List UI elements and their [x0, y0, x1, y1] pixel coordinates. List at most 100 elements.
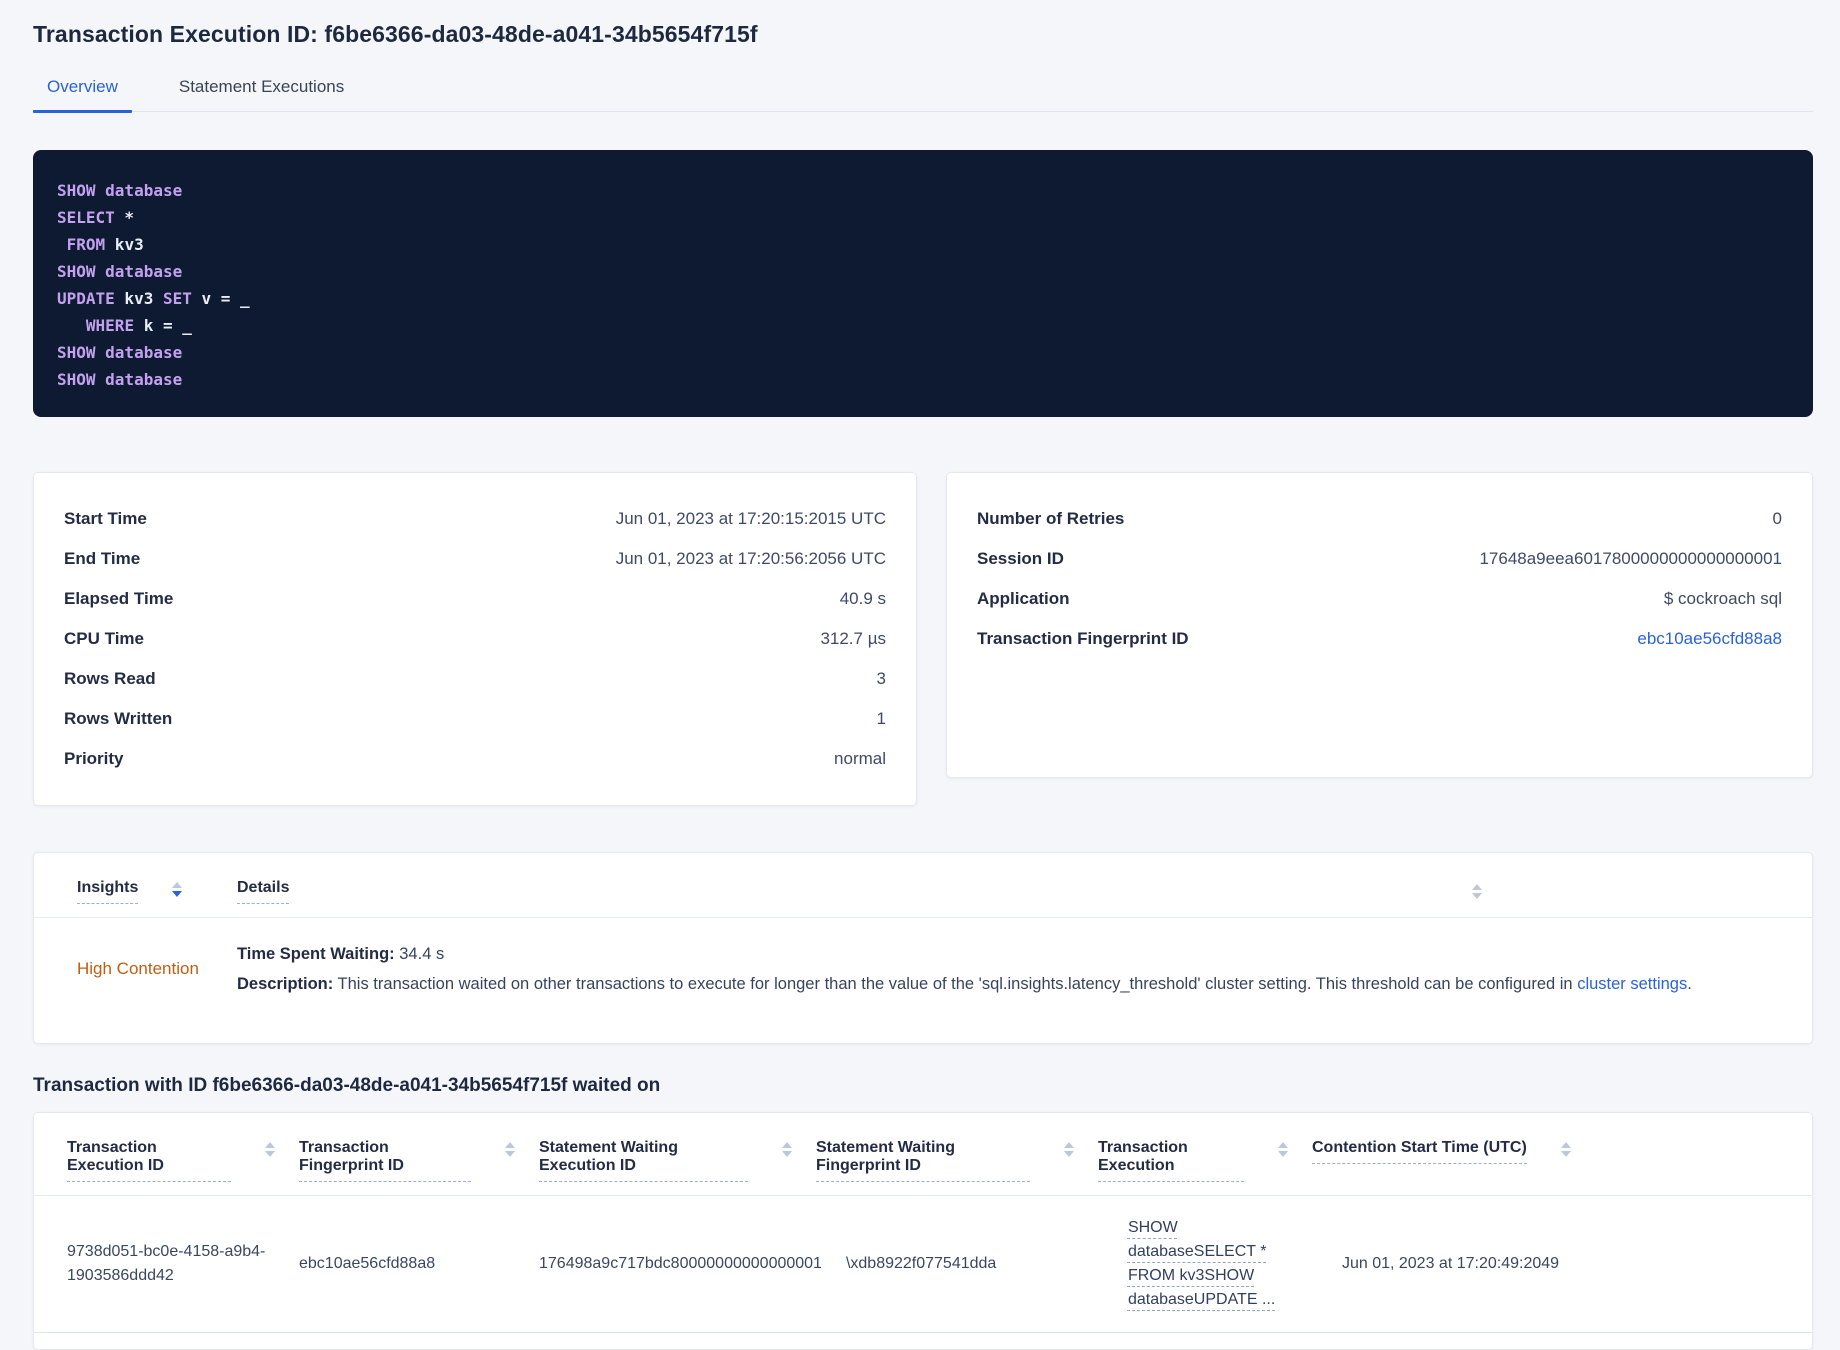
column-label-transaction-execution: Transaction Execution — [1098, 1139, 1244, 1182]
sql-keyword: WHERE — [85, 316, 135, 335]
session-id-value: 17648a9eea6017800000000000000001 — [1479, 549, 1782, 568]
kv-row-transaction-fingerprint-id: Transaction Fingerprint ID ebc10ae56cfd88… — [977, 619, 1782, 659]
column-label-transaction-fingerprint-id: Transaction Fingerprint ID — [299, 1139, 471, 1182]
sql-text: * — [114, 208, 135, 227]
kv-row-rows-written: Rows Written 1 — [64, 699, 886, 739]
waited-on-table-card: Transaction Execution ID Transaction Fing… — [33, 1112, 1813, 1350]
application-label: Application — [977, 589, 1070, 608]
column-header-statement-waiting-execution-id[interactable]: Statement Waiting Execution ID — [539, 1139, 816, 1182]
session-id-label: Session ID — [977, 549, 1064, 568]
tab-overview[interactable]: Overview — [33, 77, 132, 113]
cpu-time-value: 312.7 µs — [820, 629, 886, 648]
start-time-label: Start Time — [64, 509, 147, 528]
sql-keyword: SHOW database — [57, 181, 183, 200]
sort-icon — [172, 882, 183, 897]
details-column-header[interactable]: Details — [237, 879, 290, 904]
insight-details: Time Spent Waiting: 34.4 s Description: … — [237, 941, 1692, 997]
time-spent-waiting-value: 34.4 s — [394, 945, 445, 963]
sort-icon — [505, 1142, 515, 1157]
sql-text: k = _ — [134, 316, 192, 335]
sql-line: FROM kv3 — [57, 231, 1789, 258]
sql-text: kv3 — [105, 235, 144, 254]
sql-line: SHOW database — [57, 258, 1789, 285]
kv-row-rows-read: Rows Read 3 — [64, 659, 886, 699]
sort-icon — [782, 1142, 792, 1157]
insight-row: High Contention Time Spent Waiting: 34.4… — [34, 918, 1812, 1021]
priority-label: Priority — [64, 749, 124, 768]
sql-keyword: SET — [162, 289, 192, 308]
rows-written-label: Rows Written — [64, 709, 173, 728]
transaction-summary-card: Start Time Jun 01, 2023 at 17:20:15:2015 … — [33, 472, 917, 806]
column-label-statement-waiting-execution-id: Statement Waiting Execution ID — [539, 1139, 748, 1182]
column-header-statement-waiting-fingerprint-id[interactable]: Statement Waiting Fingerprint ID — [816, 1139, 1098, 1182]
sql-line: SHOW database — [57, 366, 1789, 393]
start-time-value: Jun 01, 2023 at 17:20:15:2015 UTC — [615, 509, 886, 528]
transaction-fingerprint-id-link[interactable]: ebc10ae56cfd88a8 — [1637, 629, 1782, 649]
kv-row-elapsed-time: Elapsed Time 40.9 s — [64, 579, 886, 619]
cell-contention-start-time: Jun 01, 2023 at 17:20:49:2049 — [1342, 1252, 1792, 1276]
page-title: Transaction Execution ID: f6be6366-da03-… — [33, 21, 758, 47]
sql-statements-box: SHOW database SELECT * FROM kv3 SHOW datab… — [33, 150, 1813, 417]
cell-transaction-execution-id: 9738d051-bc0e-4158-a9b4-1903586ddd42 — [67, 1240, 299, 1288]
sql-keyword: SELECT — [57, 208, 115, 227]
cell-statement-waiting-fingerprint-id: \xdb8922f077541dda — [846, 1252, 1128, 1276]
rows-read-label: Rows Read — [64, 669, 156, 688]
end-time-label: End Time — [64, 549, 141, 568]
time-spent-waiting-label: Time Spent Waiting: — [237, 945, 395, 963]
cell-value-contention-start-time: Jun 01, 2023 at 17:20:49:2049 — [1341, 1255, 1560, 1272]
waited-on-heading: Transaction with ID f6be6366-da03-48de-a… — [33, 1075, 661, 1096]
kv-row-start-time: Start Time Jun 01, 2023 at 17:20:15:2015 … — [64, 499, 886, 539]
column-header-transaction-execution[interactable]: Transaction Execution — [1098, 1139, 1312, 1182]
kv-row-application: Application $ cockroach sql — [977, 579, 1782, 619]
column-header-transaction-fingerprint-id[interactable]: Transaction Fingerprint ID — [299, 1139, 539, 1182]
waited-on-table-header: Transaction Execution ID Transaction Fing… — [34, 1113, 1812, 1196]
kv-row-end-time: End Time Jun 01, 2023 at 17:20:56:2056 UT… — [64, 539, 886, 579]
summary-cards-row: Start Time Jun 01, 2023 at 17:20:15:2015 … — [33, 472, 1813, 806]
rows-written-value: 1 — [876, 709, 886, 728]
cell-statement-waiting-execution-id: 176498a9c717bdc80000000000000001 — [539, 1252, 846, 1276]
cell-transaction-fingerprint-id: ebc10ae56cfd88a8 — [299, 1252, 539, 1276]
kv-row-number-of-retries: Number of Retries 0 — [977, 499, 1782, 539]
end-time-value: Jun 01, 2023 at 17:20:56:2056 UTC — [615, 549, 886, 568]
kv-row-priority: Priority normal — [64, 739, 886, 779]
column-label-contention-start-time: Contention Start Time (UTC) — [1312, 1139, 1527, 1164]
description-suffix: . — [1687, 975, 1692, 993]
sort-icon[interactable] — [1472, 884, 1482, 899]
sql-keyword: SHOW database — [57, 370, 183, 389]
sql-line: SELECT * — [57, 204, 1789, 231]
insights-table-header: Insights Details — [34, 853, 1812, 918]
column-label-statement-waiting-fingerprint-id: Statement Waiting Fingerprint ID — [816, 1139, 1030, 1182]
waited-on-table-row: 9738d051-bc0e-4158-a9b4-1903586ddd42 ebc1… — [34, 1196, 1812, 1333]
rows-read-value: 3 — [876, 669, 886, 688]
insights-column-header[interactable]: Insights — [77, 879, 237, 904]
sql-line: UPDATE kv3 SET v = _ — [57, 285, 1789, 312]
transaction-execution-details-page: Transaction Execution ID: f6be6366-da03-… — [0, 0, 1840, 1350]
transaction-execution-link[interactable]: SHOW databaseSELECT * FROM kv3SHOW datab… — [1128, 1216, 1300, 1312]
sql-keyword: SHOW database — [57, 262, 183, 281]
number-of-retries-label: Number of Retries — [977, 509, 1125, 528]
sort-icon — [1278, 1142, 1288, 1157]
column-header-transaction-execution-id[interactable]: Transaction Execution ID — [67, 1139, 299, 1182]
sql-line: WHERE k = _ — [57, 312, 1789, 339]
cluster-settings-link[interactable]: cluster settings — [1577, 975, 1687, 993]
details-column-label: Details — [237, 879, 290, 904]
cell-value-transaction-fingerprint-id: ebc10ae56cfd88a8 — [299, 1255, 436, 1272]
description-label: Description: — [237, 975, 334, 993]
sql-keyword: SHOW database — [57, 343, 183, 362]
tab-bar: Overview Statement Executions — [33, 77, 1813, 113]
tab-statement-executions[interactable]: Statement Executions — [165, 77, 358, 111]
cell-transaction-execution: SHOW databaseSELECT * FROM kv3SHOW datab… — [1128, 1216, 1342, 1312]
high-contention-badge: High Contention — [77, 959, 199, 978]
number-of-retries-value: 0 — [1772, 509, 1782, 528]
priority-value: normal — [834, 749, 886, 768]
insights-table-card: Insights Details High Contention Time Sp… — [33, 852, 1813, 1044]
cell-value-transaction-execution-id: 9738d051-bc0e-4158-a9b4-1903586ddd42 — [67, 1243, 266, 1284]
kv-row-session-id: Session ID 17648a9eea60178000000000000000… — [977, 539, 1782, 579]
sql-text: v = _ — [191, 289, 250, 308]
column-header-contention-start-time[interactable]: Contention Start Time (UTC) — [1312, 1139, 1792, 1164]
elapsed-time-value: 40.9 s — [839, 589, 886, 608]
transaction-meta-card: Number of Retries 0 Session ID 17648a9eea60… — [946, 472, 1813, 778]
column-label-transaction-execution-id: Transaction Execution ID — [67, 1139, 231, 1182]
